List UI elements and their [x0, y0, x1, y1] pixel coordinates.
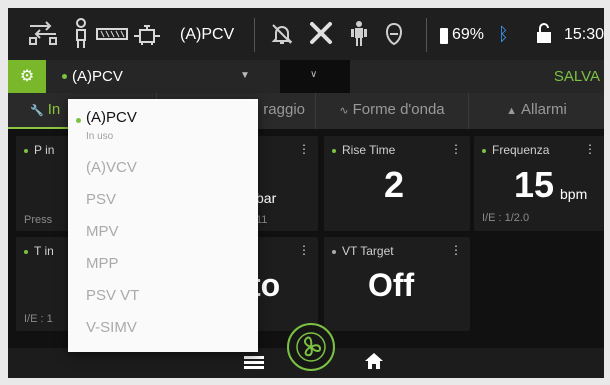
- tab-forme-onda[interactable]: ∿ Forme d'onda: [316, 93, 469, 129]
- panel-unit: bar: [256, 190, 277, 206]
- dropdown-option[interactable]: MPP: [68, 248, 258, 280]
- panel-value: 2: [384, 164, 405, 205]
- tools-icon[interactable]: [308, 20, 334, 46]
- waveform-icon: ∿: [339, 105, 349, 117]
- option-label: PSV VT: [86, 287, 140, 304]
- bell-icon: ▲: [506, 105, 518, 117]
- mode-select[interactable]: (A)PCV: [72, 68, 123, 85]
- more-options-icon[interactable]: ⋮: [450, 243, 462, 257]
- panel-label: P in: [34, 143, 55, 157]
- dropdown-option[interactable]: PSV: [68, 184, 258, 216]
- tab-label: In: [47, 101, 61, 118]
- inactive-dot: [332, 249, 336, 254]
- home-icon[interactable]: [364, 352, 384, 370]
- settings-button[interactable]: ⚙: [8, 60, 46, 93]
- more-options-icon[interactable]: ⋮: [298, 243, 310, 257]
- status-divider: [254, 18, 255, 52]
- panel-value: Off: [368, 267, 415, 303]
- param-panel-frequenza[interactable]: Frequenza ⋮ 15 bpm I/E : 1/2.0: [474, 136, 604, 231]
- active-dot: [332, 148, 336, 153]
- panel-label: Frequenza: [492, 143, 550, 157]
- param-panel-vt-target[interactable]: VT Target ⋮ Off: [324, 237, 470, 331]
- humidifier-icon[interactable]: [132, 22, 162, 46]
- tab-label: Allarmi: [521, 101, 567, 118]
- option-label: (A)PCV: [86, 109, 137, 126]
- option-sublabel: In uso: [86, 131, 114, 142]
- tab-label: raggio: [263, 101, 305, 118]
- more-options-icon[interactable]: ⋮: [450, 142, 462, 156]
- status-divider: [426, 18, 427, 52]
- mode-dropdown-menu: (A)PCV In uso (A)VCV PSV MPV MPP PSV VT …: [68, 99, 258, 352]
- mask-icon[interactable]: [384, 22, 404, 46]
- more-options-icon[interactable]: ⋮: [298, 142, 310, 156]
- save-button[interactable]: SALVA: [554, 68, 600, 85]
- status-bar: (A)PCV 69% ᛒ 15:30: [8, 8, 604, 60]
- circuit-icon[interactable]: [96, 28, 128, 40]
- caret-down-icon[interactable]: ▼: [240, 70, 250, 81]
- battery-percent: 69%: [452, 26, 485, 43]
- panel-unit: bpm: [560, 186, 588, 202]
- menu-icon[interactable]: [244, 356, 264, 370]
- ventilator-screen: (A)PCV 69% ᛒ 15:30 ⚙ (A)PCV ▼ ∨ SALVA 🔧 …: [8, 8, 604, 378]
- status-mode-label: (A)PCV: [180, 26, 235, 43]
- option-label: MPP: [86, 255, 119, 272]
- wrench-icon: 🔧: [30, 105, 44, 117]
- option-label: V-SIMV: [86, 319, 137, 336]
- fan-button[interactable]: [287, 323, 335, 371]
- lock-icon[interactable]: [536, 22, 552, 44]
- panel-label: VT Target: [342, 244, 394, 258]
- network-icon[interactable]: [28, 20, 58, 46]
- dropdown-option[interactable]: (A)PCV In uso: [68, 103, 258, 147]
- chevron-down-icon: ∨: [310, 69, 318, 80]
- battery-icon: [440, 28, 448, 44]
- patient-icon[interactable]: [350, 20, 368, 46]
- panel-footer: I/E : 1/2.0: [482, 212, 530, 224]
- panel-label: Rise Time: [342, 143, 396, 157]
- active-dot: [24, 148, 28, 153]
- param-panel-rise-time[interactable]: Rise Time ⋮ 2: [324, 136, 470, 231]
- option-label: (A)VCV: [86, 159, 137, 176]
- fan-icon: [296, 332, 326, 362]
- mode-active-dot: [62, 74, 67, 79]
- active-dot: [482, 148, 486, 153]
- tab-label: Forme d'onda: [352, 101, 445, 118]
- tab-allarmi[interactable]: ▲ Allarmi: [469, 93, 604, 129]
- more-options-icon[interactable]: ⋮: [584, 142, 596, 156]
- mode-expand-button[interactable]: ∨: [280, 60, 350, 93]
- gear-icon: ⚙: [19, 68, 35, 85]
- dropdown-option[interactable]: V-SIMV: [68, 312, 258, 344]
- selected-dot: [76, 118, 81, 123]
- dropdown-option[interactable]: MPV: [68, 216, 258, 248]
- active-dot: [24, 249, 28, 254]
- option-label: PSV: [86, 191, 117, 208]
- panel-footer: Press: [24, 214, 53, 226]
- dropdown-option[interactable]: (A)VCV: [68, 152, 258, 184]
- mode-bar: ⚙ (A)PCV ▼ ∨ SALVA: [8, 60, 604, 93]
- option-label: MPV: [86, 223, 119, 240]
- panel-value: 15: [514, 164, 555, 205]
- alarm-silence-icon[interactable]: [270, 22, 294, 46]
- clock: 15:30: [564, 26, 604, 43]
- panel-footer: I/E : 1: [24, 313, 53, 325]
- panel-label: T in: [34, 244, 54, 258]
- bluetooth-icon[interactable]: ᛒ: [498, 24, 509, 45]
- patient-adult-icon[interactable]: [74, 18, 88, 50]
- dropdown-option[interactable]: PSV VT: [68, 280, 258, 312]
